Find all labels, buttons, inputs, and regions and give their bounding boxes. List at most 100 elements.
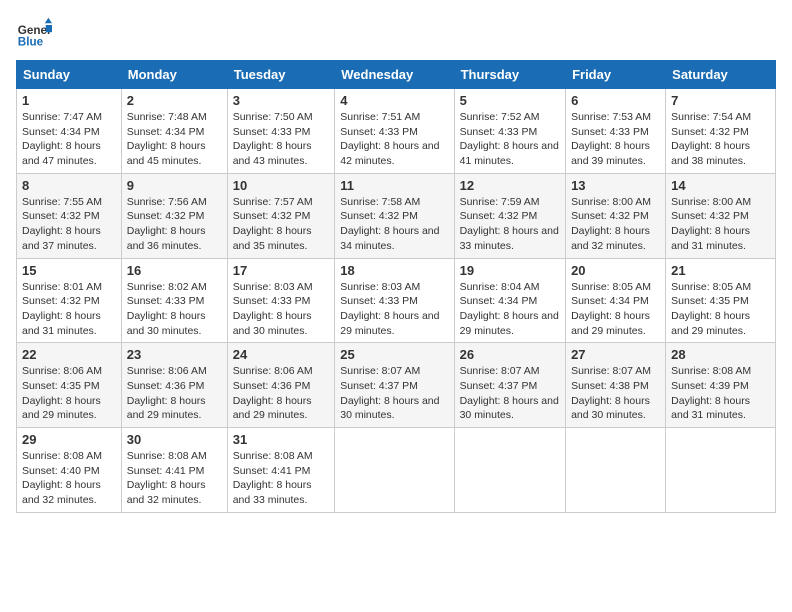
day-number: 18 bbox=[340, 263, 448, 278]
cell-sun-info: Sunrise: 8:07 AMSunset: 4:38 PMDaylight:… bbox=[571, 364, 660, 423]
day-number: 9 bbox=[127, 178, 222, 193]
calendar-cell bbox=[566, 428, 666, 513]
calendar-cell: 17 Sunrise: 8:03 AMSunset: 4:33 PMDayligh… bbox=[227, 258, 335, 343]
day-number: 4 bbox=[340, 93, 448, 108]
calendar-cell: 8 Sunrise: 7:55 AMSunset: 4:32 PMDaylight… bbox=[17, 173, 122, 258]
day-number: 19 bbox=[460, 263, 560, 278]
svg-text:Blue: Blue bbox=[18, 36, 44, 49]
day-number: 13 bbox=[571, 178, 660, 193]
calendar-cell bbox=[666, 428, 776, 513]
cell-sun-info: Sunrise: 8:07 AMSunset: 4:37 PMDaylight:… bbox=[340, 364, 448, 423]
day-number: 23 bbox=[127, 347, 222, 362]
calendar-header-row: SundayMondayTuesdayWednesdayThursdayFrid… bbox=[17, 61, 776, 89]
calendar-cell: 25 Sunrise: 8:07 AMSunset: 4:37 PMDayligh… bbox=[335, 343, 454, 428]
calendar-cell: 3 Sunrise: 7:50 AMSunset: 4:33 PMDaylight… bbox=[227, 89, 335, 174]
calendar-cell: 20Sunrise: 8:05 AMSunset: 4:34 PMDayligh… bbox=[566, 258, 666, 343]
day-number: 10 bbox=[233, 178, 330, 193]
calendar-cell: 31 Sunrise: 8:08 AMSunset: 4:41 PMDayligh… bbox=[227, 428, 335, 513]
calendar-cell: 1 Sunrise: 7:47 AMSunset: 4:34 PMDaylight… bbox=[17, 89, 122, 174]
day-number: 15 bbox=[22, 263, 116, 278]
day-number: 16 bbox=[127, 263, 222, 278]
day-number: 12 bbox=[460, 178, 560, 193]
cell-sun-info: Sunrise: 8:00 AMSunset: 4:32 PMDaylight:… bbox=[671, 195, 770, 254]
day-number: 14 bbox=[671, 178, 770, 193]
cell-sun-info: Sunrise: 7:48 AMSunset: 4:34 PMDaylight:… bbox=[127, 110, 222, 169]
day-number: 26 bbox=[460, 347, 560, 362]
cell-sun-info: Sunrise: 8:06 AMSunset: 4:36 PMDaylight:… bbox=[233, 364, 330, 423]
calendar-week-row: 8 Sunrise: 7:55 AMSunset: 4:32 PMDaylight… bbox=[17, 173, 776, 258]
calendar-cell: 10 Sunrise: 7:57 AMSunset: 4:32 PMDayligh… bbox=[227, 173, 335, 258]
header-monday: Monday bbox=[121, 61, 227, 89]
cell-sun-info: Sunrise: 7:53 AMSunset: 4:33 PMDaylight:… bbox=[571, 110, 660, 169]
calendar-cell: 23 Sunrise: 8:06 AMSunset: 4:36 PMDayligh… bbox=[121, 343, 227, 428]
header-friday: Friday bbox=[566, 61, 666, 89]
calendar-cell: 29 Sunrise: 8:08 AMSunset: 4:40 PMDayligh… bbox=[17, 428, 122, 513]
cell-sun-info: Sunrise: 8:06 AMSunset: 4:35 PMDaylight:… bbox=[22, 364, 116, 423]
cell-sun-info: Sunrise: 8:02 AMSunset: 4:33 PMDaylight:… bbox=[127, 280, 222, 339]
calendar-week-row: 29 Sunrise: 8:08 AMSunset: 4:40 PMDayligh… bbox=[17, 428, 776, 513]
day-number: 29 bbox=[22, 432, 116, 447]
calendar-week-row: 22 Sunrise: 8:06 AMSunset: 4:35 PMDayligh… bbox=[17, 343, 776, 428]
calendar-cell bbox=[454, 428, 565, 513]
cell-sun-info: Sunrise: 7:52 AMSunset: 4:33 PMDaylight:… bbox=[460, 110, 560, 169]
header-sunday: Sunday bbox=[17, 61, 122, 89]
cell-sun-info: Sunrise: 7:56 AMSunset: 4:32 PMDaylight:… bbox=[127, 195, 222, 254]
day-number: 11 bbox=[340, 178, 448, 193]
cell-sun-info: Sunrise: 7:47 AMSunset: 4:34 PMDaylight:… bbox=[22, 110, 116, 169]
calendar-cell: 24 Sunrise: 8:06 AMSunset: 4:36 PMDayligh… bbox=[227, 343, 335, 428]
calendar-cell: 13 Sunrise: 8:00 AMSunset: 4:32 PMDayligh… bbox=[566, 173, 666, 258]
calendar-cell: 7 Sunrise: 7:54 AMSunset: 4:32 PMDaylight… bbox=[666, 89, 776, 174]
cell-sun-info: Sunrise: 8:06 AMSunset: 4:36 PMDaylight:… bbox=[127, 364, 222, 423]
day-number: 31 bbox=[233, 432, 330, 447]
calendar-cell: 22 Sunrise: 8:06 AMSunset: 4:35 PMDayligh… bbox=[17, 343, 122, 428]
day-number: 22 bbox=[22, 347, 116, 362]
day-number: 17 bbox=[233, 263, 330, 278]
cell-sun-info: Sunrise: 7:50 AMSunset: 4:33 PMDaylight:… bbox=[233, 110, 330, 169]
day-number: 6 bbox=[571, 93, 660, 108]
day-number: 3 bbox=[233, 93, 330, 108]
header-wednesday: Wednesday bbox=[335, 61, 454, 89]
header-thursday: Thursday bbox=[454, 61, 565, 89]
calendar-cell: 11 Sunrise: 7:58 AMSunset: 4:32 PMDayligh… bbox=[335, 173, 454, 258]
day-number: 25 bbox=[340, 347, 448, 362]
cell-sun-info: Sunrise: 7:51 AMSunset: 4:33 PMDaylight:… bbox=[340, 110, 448, 169]
cell-sun-info: Sunrise: 8:04 AMSunset: 4:34 PMDaylight:… bbox=[460, 280, 560, 339]
cell-sun-info: Sunrise: 8:03 AMSunset: 4:33 PMDaylight:… bbox=[233, 280, 330, 339]
cell-sun-info: Sunrise: 8:08 AMSunset: 4:40 PMDaylight:… bbox=[22, 449, 116, 508]
calendar-cell: 26Sunrise: 8:07 AMSunset: 4:37 PMDayligh… bbox=[454, 343, 565, 428]
day-number: 1 bbox=[22, 93, 116, 108]
calendar-cell bbox=[335, 428, 454, 513]
cell-sun-info: Sunrise: 8:00 AMSunset: 4:32 PMDaylight:… bbox=[571, 195, 660, 254]
calendar-cell: 9 Sunrise: 7:56 AMSunset: 4:32 PMDaylight… bbox=[121, 173, 227, 258]
cell-sun-info: Sunrise: 7:55 AMSunset: 4:32 PMDaylight:… bbox=[22, 195, 116, 254]
cell-sun-info: Sunrise: 8:05 AMSunset: 4:35 PMDaylight:… bbox=[671, 280, 770, 339]
cell-sun-info: Sunrise: 8:08 AMSunset: 4:39 PMDaylight:… bbox=[671, 364, 770, 423]
calendar-cell: 27 Sunrise: 8:07 AMSunset: 4:38 PMDayligh… bbox=[566, 343, 666, 428]
cell-sun-info: Sunrise: 7:54 AMSunset: 4:32 PMDaylight:… bbox=[671, 110, 770, 169]
day-number: 27 bbox=[571, 347, 660, 362]
cell-sun-info: Sunrise: 8:01 AMSunset: 4:32 PMDaylight:… bbox=[22, 280, 116, 339]
calendar-cell: 16 Sunrise: 8:02 AMSunset: 4:33 PMDayligh… bbox=[121, 258, 227, 343]
calendar-cell: 4 Sunrise: 7:51 AMSunset: 4:33 PMDaylight… bbox=[335, 89, 454, 174]
day-number: 7 bbox=[671, 93, 770, 108]
calendar-cell: 18 Sunrise: 8:03 AMSunset: 4:33 PMDayligh… bbox=[335, 258, 454, 343]
calendar-week-row: 15 Sunrise: 8:01 AMSunset: 4:32 PMDayligh… bbox=[17, 258, 776, 343]
day-number: 24 bbox=[233, 347, 330, 362]
calendar-cell: 5 Sunrise: 7:52 AMSunset: 4:33 PMDaylight… bbox=[454, 89, 565, 174]
day-number: 5 bbox=[460, 93, 560, 108]
cell-sun-info: Sunrise: 7:58 AMSunset: 4:32 PMDaylight:… bbox=[340, 195, 448, 254]
cell-sun-info: Sunrise: 7:57 AMSunset: 4:32 PMDaylight:… bbox=[233, 195, 330, 254]
calendar-cell: 6 Sunrise: 7:53 AMSunset: 4:33 PMDaylight… bbox=[566, 89, 666, 174]
logo: General Blue bbox=[16, 16, 52, 52]
calendar-table: SundayMondayTuesdayWednesdayThursdayFrid… bbox=[16, 60, 776, 513]
calendar-cell: 15 Sunrise: 8:01 AMSunset: 4:32 PMDayligh… bbox=[17, 258, 122, 343]
cell-sun-info: Sunrise: 8:03 AMSunset: 4:33 PMDaylight:… bbox=[340, 280, 448, 339]
page-header: General Blue bbox=[16, 16, 776, 52]
day-number: 8 bbox=[22, 178, 116, 193]
cell-sun-info: Sunrise: 8:08 AMSunset: 4:41 PMDaylight:… bbox=[233, 449, 330, 508]
calendar-cell: 19 Sunrise: 8:04 AMSunset: 4:34 PMDayligh… bbox=[454, 258, 565, 343]
header-tuesday: Tuesday bbox=[227, 61, 335, 89]
cell-sun-info: Sunrise: 8:08 AMSunset: 4:41 PMDaylight:… bbox=[127, 449, 222, 508]
cell-sun-info: Sunrise: 8:05 AMSunset: 4:34 PMDaylight:… bbox=[571, 280, 660, 339]
calendar-cell: 30Sunrise: 8:08 AMSunset: 4:41 PMDayligh… bbox=[121, 428, 227, 513]
